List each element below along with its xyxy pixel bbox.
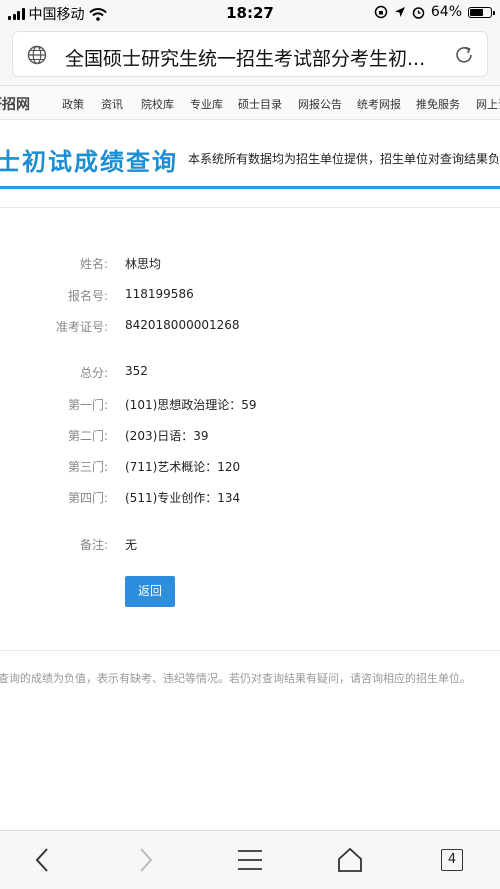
row-subject-1: 第一门: (101)思想政治理论：59	[0, 396, 500, 416]
row-admission-ticket: 准考证号: 842018000001268	[0, 318, 500, 338]
row-subject-2: 第二门: (203)日语：39	[0, 427, 500, 447]
row-label: 总分:	[79, 366, 108, 380]
row-name: 姓名: 林思均	[0, 255, 500, 275]
row-remarks: 备注: 无	[0, 536, 500, 556]
nav-item-universities[interactable]: 院校库	[141, 96, 174, 112]
browser-toolbar: 4	[0, 830, 500, 889]
row-value: 118199586	[125, 287, 194, 301]
heading-underline	[0, 186, 500, 189]
alarm-icon	[412, 6, 425, 19]
nav-item-policy[interactable]: 政策	[62, 96, 84, 112]
reload-icon[interactable]	[453, 44, 475, 66]
battery-icon	[468, 6, 495, 18]
row-value: (203)日语：39	[125, 429, 209, 443]
nav-item-registration-notice[interactable]: 网报公告	[298, 96, 342, 112]
footnote: 查询的成绩为负值，表示有缺考、违纪等情况。若仍对查询结果有疑问，请咨询相应的招生…	[0, 672, 471, 685]
row-value: 352	[125, 364, 148, 378]
page-header: 士初试成绩查询 本系统所有数据均为招生单位提供，招生单位对查询结果负责	[0, 120, 500, 190]
row-value: (511)专业创作：134	[125, 491, 241, 505]
row-value: 无	[125, 538, 138, 552]
page-title: 全国硕士研究生统一招生考试部分考生初...	[65, 48, 426, 70]
tab-count: 4	[441, 849, 463, 871]
page-description: 本系统所有数据均为招生单位提供，招生单位对查询结果负责	[188, 152, 500, 166]
status-bar: 中国移动 18:27 64%	[0, 0, 500, 26]
rotation-lock-icon	[374, 5, 388, 19]
row-subject-4: 第四门: (511)专业创作：134	[0, 489, 500, 509]
chevron-left-icon	[35, 848, 48, 872]
row-value: (101)思想政治理论：59	[125, 398, 257, 412]
globe-icon	[27, 45, 47, 65]
home-icon	[338, 847, 362, 872]
row-label: 第一门:	[67, 398, 108, 412]
back-button[interactable]: 返回	[125, 576, 175, 607]
browser-chrome: 全国硕士研究生统一招生考试部分考生初...	[0, 26, 500, 86]
site-nav: 研招网 政策 资讯 院校库 专业库 硕士目录 网报公告 统考网报 推免服务 网上…	[0, 86, 500, 120]
row-label: 第二门:	[67, 429, 108, 443]
nav-item-recommendation[interactable]: 推免服务	[416, 96, 460, 112]
menu-button[interactable]	[230, 843, 270, 877]
divider	[0, 650, 500, 651]
row-label: 第四门:	[67, 491, 108, 505]
menu-icon	[238, 850, 262, 870]
row-label: 备注:	[79, 538, 108, 552]
chevron-right-icon	[140, 848, 153, 872]
site-logo[interactable]: 研招网	[0, 94, 30, 114]
nav-item-master-catalog[interactable]: 硕士目录	[238, 96, 282, 112]
divider	[0, 207, 500, 208]
forward-nav-button[interactable]	[126, 843, 166, 877]
row-value: 842018000001268	[125, 318, 240, 332]
row-registration-number: 报名号: 118199586	[0, 287, 500, 307]
page-heading: 士初试成绩查询	[0, 148, 178, 176]
nav-item-news[interactable]: 资讯	[101, 96, 123, 112]
nav-item-unified-exam-registration[interactable]: 统考网报	[357, 96, 401, 112]
row-label: 姓名:	[79, 257, 108, 271]
row-value: (711)艺术概论：120	[125, 460, 241, 474]
tabs-button[interactable]: 4	[432, 843, 472, 877]
nav-item-online-adjust[interactable]: 网上调	[476, 96, 500, 112]
back-nav-button[interactable]	[22, 843, 62, 877]
row-total-score: 总分: 352	[0, 364, 500, 384]
home-button[interactable]	[330, 843, 370, 877]
row-label: 准考证号:	[55, 320, 108, 334]
row-subject-3: 第三门: (711)艺术概论：120	[0, 458, 500, 478]
address-bar[interactable]: 全国硕士研究生统一招生考试部分考生初...	[12, 31, 488, 77]
row-value: 林思均	[125, 257, 162, 271]
status-right: 64%	[374, 4, 495, 20]
nav-item-majors[interactable]: 专业库	[190, 96, 223, 112]
battery-percent: 64%	[430, 4, 462, 20]
row-label: 第三门:	[67, 460, 108, 474]
location-icon	[394, 7, 405, 17]
row-label: 报名号:	[67, 289, 108, 303]
